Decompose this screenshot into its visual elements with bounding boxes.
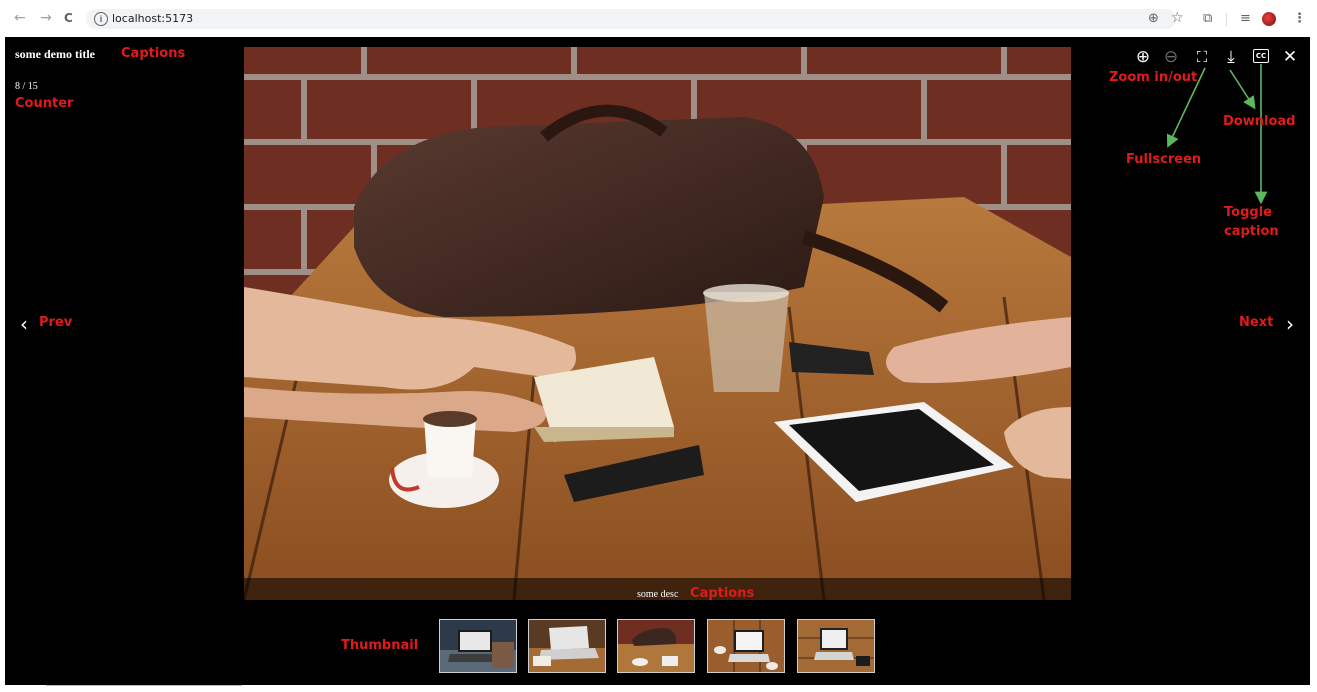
close-icon[interactable]: ✕ [1280,47,1300,67]
captions-annotation-top: Captions [121,46,186,61]
thumbnail-image [708,620,784,672]
slide-description: some desc [637,589,679,600]
slide-title: some demo title [15,47,95,61]
reload-icon[interactable]: C [64,11,73,25]
forward-icon[interactable]: → [40,10,52,26]
address-text[interactable]: localhost:5173 [112,12,193,25]
thumbnail-2[interactable] [528,619,606,673]
captions-annotation-bottom: Captions [690,586,755,601]
download-annotation: Download [1223,114,1296,129]
back-icon[interactable]: ← [14,10,26,26]
zoom-out-icon[interactable]: ⊖ [1161,47,1181,67]
toolbar-divider [1226,13,1227,26]
page-bottom-divider [46,685,242,686]
zoom-in-icon[interactable]: ⊕ [1133,47,1153,67]
fullscreen-icon[interactable]: ⛶ [1192,47,1212,67]
photo-cafe-table-illustration [244,47,1071,600]
download-icon[interactable]: ⤓ [1221,47,1241,67]
toggle-caption-icon[interactable]: CC [1253,49,1269,63]
counter-annotation: Counter [15,96,74,111]
thumbnail-3[interactable] [617,619,695,673]
site-info-icon[interactable]: i [94,12,108,26]
slide-counter: 8 / 15 [15,81,38,92]
thumbnail-image [440,620,516,672]
thumbnail-image [798,620,874,672]
prev-button[interactable]: ‹ [20,312,28,336]
browser-toolbar: ← → C i localhost:5173 ⊕ ☆ ⧉ ≡ ⋮ [0,0,1317,37]
prev-annotation: Prev [39,315,73,330]
extensions-icon[interactable]: ⧉ [1203,11,1212,26]
profile-avatar[interactable] [1262,12,1276,26]
zoom-indicator-icon[interactable]: ⊕ [1148,11,1159,26]
next-button[interactable]: › [1286,312,1294,336]
thumbnail-4[interactable] [707,619,785,673]
thumbnail-1[interactable] [439,619,517,673]
zoom-annotation: Zoom in/out [1109,70,1198,85]
browser-menu-icon[interactable]: ⋮ [1293,11,1306,26]
thumbnail-annotation: Thumbnail [341,638,419,653]
bookmark-star-icon[interactable]: ☆ [1171,10,1184,26]
media-controls-icon[interactable]: ≡ [1240,11,1251,26]
address-bar[interactable]: i localhost:5173 [86,9,1176,29]
thumbnail-image [529,620,605,672]
fullscreen-annotation: Fullscreen [1126,152,1202,167]
toggle-caption-annotation: Toggle caption [1224,205,1279,239]
next-annotation: Next [1239,315,1274,330]
main-photo[interactable] [244,47,1071,600]
thumbnail-5[interactable] [797,619,875,673]
thumbnail-image [618,620,694,672]
